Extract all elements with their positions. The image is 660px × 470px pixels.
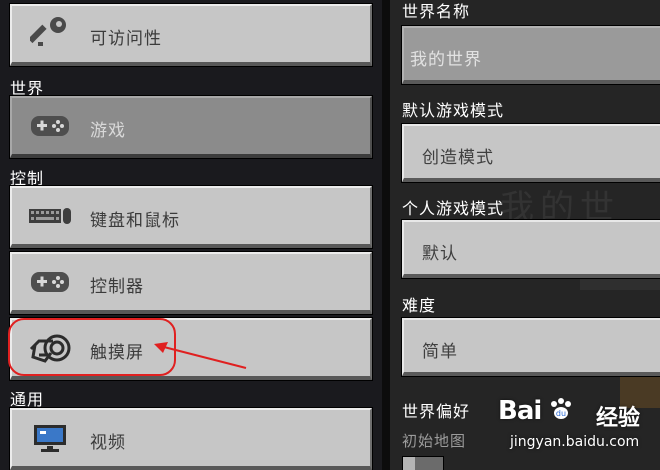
sidebar-item-keyboard-mouse[interactable]: 键盘和鼠标 <box>9 185 373 249</box>
world-preferences-label: 世界偏好 <box>402 402 471 421</box>
paw-icon: du <box>551 398 571 419</box>
monitor-icon <box>26 420 74 456</box>
watermark-url: jingyan.baidu.com <box>510 434 640 450</box>
annotation-arrow <box>154 342 247 369</box>
accessibility-button[interactable]: 可访问性 <box>9 3 373 67</box>
default-game-mode-dropdown[interactable]: 创造模式 <box>401 123 660 183</box>
gamepad-icon <box>26 108 74 144</box>
world-name-value: 我的世界 <box>410 50 482 70</box>
personal-game-mode-dropdown[interactable]: 默认 <box>401 219 660 279</box>
section-header-general: 通用 <box>10 390 45 409</box>
watermark-logo-text: Bai <box>498 396 542 426</box>
sidebar-item-game-label: 游戏 <box>90 121 126 141</box>
key-icon <box>26 16 74 52</box>
toggle-knob <box>403 457 415 470</box>
sidebar-item-video-label: 视频 <box>90 433 126 453</box>
personal-game-mode-label: 个人游戏模式 <box>402 199 505 218</box>
world-name-input[interactable]: 我的世界 <box>401 25 660 85</box>
sidebar-item-video[interactable]: 视频 <box>9 407 373 470</box>
settings-category-panel: 可访问性 世界 游戏 控制 键盘和鼠标 控制器 触摸屏 通用 视频 <box>0 0 382 470</box>
panel-divider <box>382 0 390 470</box>
personal-game-mode-value: 默认 <box>422 244 458 264</box>
default-game-mode-value: 创造模式 <box>422 148 494 168</box>
world-name-label: 世界名称 <box>402 2 471 21</box>
watermark-jingyan-text: 经验 <box>596 406 641 431</box>
difficulty-dropdown[interactable]: 简单 <box>401 317 660 377</box>
sidebar-item-controller-label: 控制器 <box>90 277 144 297</box>
default-game-mode-label: 默认游戏模式 <box>402 101 505 120</box>
difficulty-value: 简单 <box>422 342 458 362</box>
accessibility-label: 可访问性 <box>90 29 162 49</box>
sidebar-item-controller[interactable]: 控制器 <box>9 251 373 315</box>
starting-map-label: 初始地图 <box>402 432 467 450</box>
sidebar-item-keyboard-mouse-label: 键盘和鼠标 <box>90 211 180 231</box>
keyboard-mouse-icon <box>26 198 74 234</box>
difficulty-label: 难度 <box>402 296 437 315</box>
baidu-jingyan-watermark: Bai du 经验 jingyan.baidu.com <box>498 388 660 468</box>
sidebar-item-game[interactable]: 游戏 <box>9 95 373 159</box>
svg-text:du: du <box>556 409 566 418</box>
starting-map-toggle[interactable] <box>402 456 444 470</box>
gamepad-icon <box>26 264 74 300</box>
